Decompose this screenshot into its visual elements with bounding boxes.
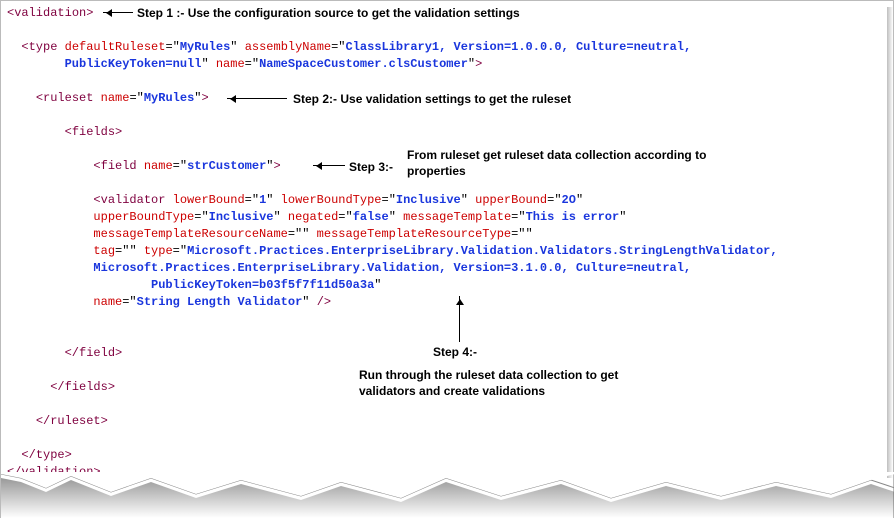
- shadow-right: [887, 7, 893, 478]
- tag-field: field: [101, 159, 137, 173]
- arrow-step4: [459, 296, 460, 342]
- step3-label: Step 3:-: [349, 160, 393, 174]
- diagram-page: <validation> <type defaultRuleset="MyRul…: [0, 0, 894, 518]
- tag-ruleset-close: ruleset: [50, 414, 100, 428]
- val: Microsoft.Practices.EnterpriseLibrary.Va…: [187, 244, 778, 258]
- tag-ruleset: ruleset: [43, 91, 93, 105]
- tag-type-close: type: [36, 448, 65, 462]
- tag-validation-open: validation: [14, 6, 86, 20]
- tag-fields-close: fields: [65, 380, 108, 394]
- val: String Length Validator: [137, 295, 303, 309]
- val: PublicKeyToken=b03f5f7f11d50a3a: [151, 278, 374, 292]
- tag-validator: validator: [101, 193, 166, 207]
- attr: upperBound: [475, 193, 547, 207]
- step3-text: From ruleset get ruleset data collection…: [407, 147, 847, 179]
- attr: lowerBound: [173, 193, 245, 207]
- tag-fields-open: fields: [72, 125, 115, 139]
- attr: defaultRuleset: [65, 40, 166, 54]
- val: Microsoft.Practices.EnterpriseLibrary.Va…: [93, 261, 691, 275]
- val: 2O: [562, 193, 576, 207]
- arrow-step2: [227, 98, 287, 99]
- attr: name: [101, 91, 130, 105]
- attr: name: [216, 57, 245, 71]
- step1-annotation: Step 1 :- Use the configuration source t…: [137, 5, 520, 21]
- step1-label: Step 1 :-: [137, 6, 184, 20]
- step2-label: Step 2:-: [293, 92, 337, 106]
- step1-text: Use the configuration source to get the …: [188, 6, 520, 20]
- attr: negated: [288, 210, 338, 224]
- step4-label-ann: Step 4:-: [433, 344, 477, 360]
- attr: messageTemplateResourceType: [317, 227, 511, 241]
- val: strCustomer: [187, 159, 266, 173]
- tag-field-close: field: [79, 346, 115, 360]
- xml-code-block: <validation> <type defaultRuleset="MyRul…: [7, 5, 873, 481]
- tag-validation-close: validation: [21, 465, 93, 479]
- tag-type: type: [29, 40, 58, 54]
- step4-text: Run through the ruleset data collection …: [359, 367, 799, 399]
- val: Inclusive: [209, 210, 274, 224]
- attr: tag: [93, 244, 115, 258]
- attr: assemblyName: [245, 40, 331, 54]
- step2-text: Use validation settings to get the rules…: [340, 92, 571, 106]
- step3-label-ann: Step 3:-: [349, 159, 393, 175]
- arrow-step1: [103, 12, 133, 13]
- arrow-step3: [313, 165, 345, 166]
- val: ClassLibrary1, Version=1.0.0.0, Culture=…: [346, 40, 692, 54]
- attr: name: [93, 295, 122, 309]
- val: Inclusive: [396, 193, 461, 207]
- val: This is error: [526, 210, 620, 224]
- val: NameSpaceCustomer.clsCustomer: [259, 57, 468, 71]
- val: MyRules: [180, 40, 230, 54]
- val: PublicKeyToken=null: [65, 57, 202, 71]
- attr: messageTemplateResourceName: [93, 227, 287, 241]
- step4-label: Step 4:-: [433, 345, 477, 359]
- attr: lowerBoundType: [281, 193, 382, 207]
- attr: messageTemplate: [403, 210, 511, 224]
- val: false: [353, 210, 389, 224]
- attr: name: [144, 159, 173, 173]
- val: MyRules: [144, 91, 194, 105]
- attr: upperBoundType: [93, 210, 194, 224]
- attr: type: [144, 244, 173, 258]
- step2-annotation: Step 2:- Use validation settings to get …: [293, 91, 571, 107]
